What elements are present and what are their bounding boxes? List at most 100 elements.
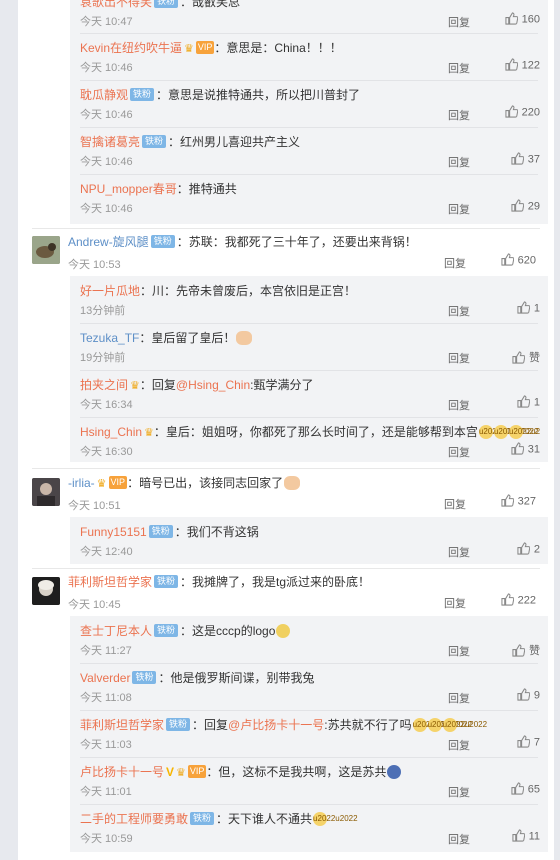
like-button[interactable]: 1 (480, 395, 540, 409)
iron-fan-badge: 铁粉 (154, 0, 179, 9)
reply-button[interactable]: 回复 (444, 595, 466, 611)
like-count: 222 (517, 594, 536, 607)
reply-button[interactable]: 回复 (448, 784, 470, 800)
reply-text: ：他是俄罗斯间谍，别带我兔 (158, 671, 315, 685)
reply-author[interactable]: 耽瓜静观 (80, 88, 128, 102)
like-count: 620 (517, 254, 536, 267)
reply-button[interactable]: 回复 (444, 255, 466, 271)
mention-link[interactable]: @卢比扬卡十一号 (228, 718, 324, 732)
thumb-up-icon (512, 644, 525, 657)
like-count: 2 (533, 543, 540, 556)
reply-item: 卢比扬卡十一号 V ♛ VIP ：但，这标不是我共啊，这是苏共 今天 11:01 回复 … (70, 757, 548, 804)
reply-author[interactable]: 拍夹之间 (80, 378, 128, 392)
like-button[interactable]: 9 (480, 688, 540, 702)
reply-author[interactable]: NPU_mopper春哥 (80, 182, 177, 196)
reply-button[interactable]: 回复 (448, 350, 470, 366)
like-button[interactable]: 2 (480, 542, 540, 556)
reply-author[interactable]: Kevin在纽约吹牛逼 (80, 41, 182, 55)
reply-button[interactable]: 回复 (448, 544, 470, 560)
reply-author[interactable]: 查士丁尼本人 (80, 624, 152, 638)
like-count: 1 (533, 302, 540, 315)
like-button[interactable]: 37 (480, 152, 540, 166)
reply-button[interactable]: 回复 (448, 201, 470, 217)
reply-button[interactable]: 回复 (448, 444, 470, 460)
reply-divider (80, 174, 538, 175)
avatar[interactable] (32, 236, 60, 264)
smile-emoji-icon (427, 717, 442, 732)
like-button[interactable]: 220 (480, 105, 540, 119)
reply-author[interactable]: 智擒诸葛亮 (80, 135, 140, 149)
like-button[interactable]: 620 (480, 253, 536, 267)
like-button[interactable]: 222 (480, 593, 536, 607)
like-button[interactable]: 7 (480, 735, 540, 749)
reply-author[interactable]: Funny15151 (80, 525, 147, 539)
reply-time: 今天 12:40 (80, 546, 133, 558)
avatar[interactable] (32, 577, 60, 605)
reply-item: 好一片瓜地：川：先帝未曾废后，本宫依旧是正宫！ 13分钟前 回复 1 (70, 276, 548, 323)
like-button[interactable]: 31 (480, 442, 540, 456)
crown-icon: ♛ (144, 426, 154, 439)
avatar[interactable] (32, 478, 60, 506)
thumb-up-icon (511, 829, 525, 842)
thumb-up-icon (517, 395, 530, 408)
comment-separator (32, 568, 540, 569)
reply-time: 今天 10:59 (80, 833, 133, 845)
reply-author[interactable]: 袁歌出不得笑 (80, 0, 152, 9)
mention-link[interactable]: @Hsing_Chin (176, 378, 250, 392)
reply-author[interactable]: Hsing_Chin (80, 425, 142, 439)
like-count: 65 (527, 783, 540, 796)
like-button[interactable]: 65 (480, 782, 540, 796)
reply-text-tail: :甄学满分了 (250, 378, 314, 392)
fist-emoji-icon (284, 475, 301, 490)
like-button[interactable]: 11 (480, 829, 540, 843)
reply-button[interactable]: 回复 (448, 303, 470, 319)
reply-item: 二手的工程师要勇敢铁粉：天下谁人不通共 今天 10:59 回复 11 (70, 804, 548, 851)
reply-button[interactable]: 回复 (448, 107, 470, 123)
comment-time: 今天 10:53 (68, 259, 121, 271)
crying-emoji-icon (276, 623, 291, 638)
comment-author[interactable]: 菲利斯坦哲学家 (68, 575, 152, 589)
like-button[interactable]: 赞 (480, 642, 540, 658)
reply-author[interactable]: 卢比扬卡十一号 (80, 765, 164, 779)
like-button[interactable]: 赞 (480, 349, 540, 365)
iron-fan-badge: 铁粉 (148, 525, 173, 539)
crown-icon: ♛ (130, 379, 140, 392)
like-button[interactable]: 29 (480, 199, 540, 213)
thumb-up-icon (517, 688, 530, 701)
like-count: 31 (527, 443, 540, 456)
reply-button[interactable]: 回复 (448, 690, 470, 706)
reply-button[interactable]: 回复 (444, 496, 466, 512)
reply-button[interactable]: 回复 (448, 643, 470, 659)
reply-divider (80, 370, 538, 371)
reply-author[interactable]: 菲利斯坦哲学家 (80, 718, 164, 732)
reply-author[interactable]: Tezuka_TF (80, 331, 139, 345)
reply-button[interactable]: 回复 (448, 831, 470, 847)
like-button[interactable]: 160 (480, 12, 540, 26)
reply-author[interactable]: 二手的工程师要勇敢 (80, 812, 188, 826)
reply-button[interactable]: 回复 (448, 60, 470, 76)
reply-time: 今天 11:27 (80, 645, 132, 657)
like-button[interactable]: 1 (480, 301, 540, 315)
cat-emoji-icon (236, 330, 253, 345)
reply-time: 今天 10:46 (80, 156, 133, 168)
reply-item: Hsing_Chin♛：皇后：姐姐呀，你都死了那么长时间了，还是能够帮到本宫 今… (70, 417, 548, 464)
like-button[interactable]: 327 (480, 494, 536, 508)
avatar-image (32, 577, 60, 605)
like-count: 赞 (529, 352, 540, 364)
like-button[interactable]: 122 (480, 58, 540, 72)
reply-button[interactable]: 回复 (448, 14, 470, 30)
reply-divider (80, 804, 538, 805)
reply-author[interactable]: Valverder (80, 671, 130, 685)
comment-author[interactable]: -irlia- (68, 476, 95, 490)
reply-divider (80, 80, 538, 81)
like-count: 29 (527, 200, 540, 213)
reply-author[interactable]: 好一片瓜地 (80, 284, 140, 298)
reply-button[interactable]: 回复 (448, 154, 470, 170)
reply-button[interactable]: 回复 (448, 397, 470, 413)
reply-button[interactable]: 回复 (448, 737, 470, 753)
comment-author[interactable]: Andrew-旋风腿 (68, 235, 149, 249)
reply-box-4: 查士丁尼本人 铁粉 ：这是cccp的logo 今天 11:27 回复 赞 Valve… (70, 616, 548, 852)
like-count: 37 (527, 153, 540, 166)
avatar-image (32, 236, 60, 264)
verified-v-icon: V (166, 765, 175, 779)
